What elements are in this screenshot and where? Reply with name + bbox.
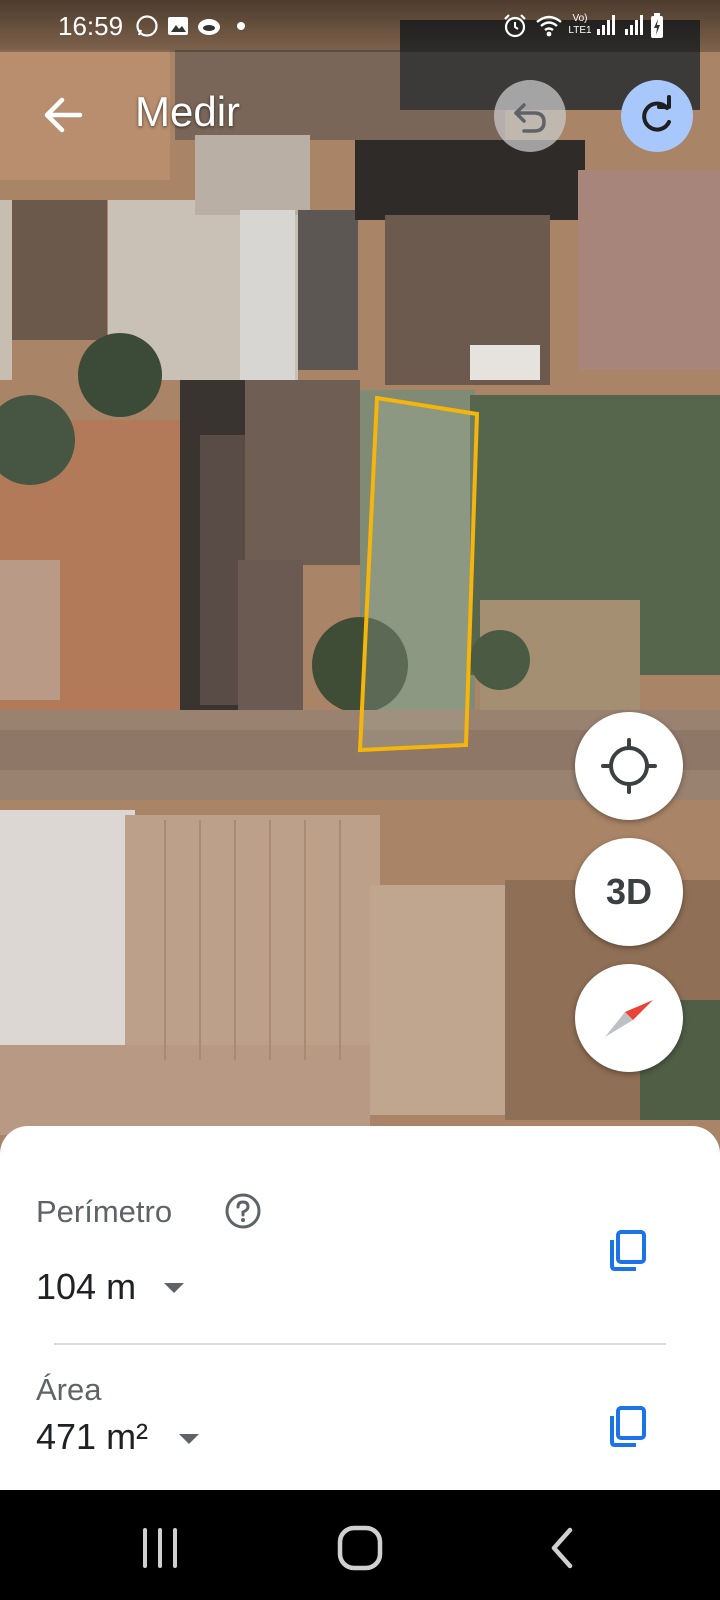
system-back-button[interactable] bbox=[532, 1518, 592, 1578]
page-title: Medir bbox=[135, 88, 241, 135]
alarm-icon bbox=[504, 14, 526, 38]
copy-icon bbox=[610, 1406, 646, 1447]
measured-area-polygon bbox=[357, 395, 480, 753]
caret-down-icon[interactable] bbox=[162, 1281, 186, 1295]
navigation-bar bbox=[0, 1490, 720, 1600]
home-button[interactable] bbox=[330, 1518, 390, 1578]
help-icon[interactable] bbox=[224, 1192, 262, 1230]
3d-label: 3D bbox=[605, 871, 653, 912]
my-location-button[interactable] bbox=[575, 712, 683, 820]
volte-label-top: Vo) bbox=[572, 13, 588, 24]
my-location-icon bbox=[601, 738, 657, 794]
redo-button[interactable] bbox=[621, 80, 693, 152]
signal-icon bbox=[597, 15, 615, 35]
signal-icon bbox=[625, 15, 643, 35]
image-icon bbox=[168, 17, 188, 35]
arrow-back-icon bbox=[44, 97, 83, 133]
perimeter-label: Perímetro bbox=[36, 1194, 173, 1229]
recent-apps-button[interactable] bbox=[130, 1518, 190, 1578]
back-button[interactable] bbox=[38, 90, 88, 140]
back-icon bbox=[551, 1527, 573, 1569]
status-bar: 16:59 Vo) LTE1 bbox=[0, 0, 720, 52]
measurement-sheet: Perímetro 104 m Área 471 m² bbox=[0, 1126, 720, 1490]
volte-label-bottom: LTE1 bbox=[568, 25, 592, 36]
area-value-dropdown[interactable]: 471 m² bbox=[36, 1416, 148, 1458]
status-time: 16:59 bbox=[58, 11, 124, 41]
cloud-icon bbox=[198, 19, 220, 35]
compass-icon bbox=[605, 1000, 653, 1037]
copy-area-button[interactable] bbox=[604, 1402, 652, 1450]
undo-button[interactable] bbox=[494, 80, 566, 152]
wifi-icon bbox=[536, 15, 562, 37]
undo-icon bbox=[514, 103, 546, 133]
perimeter-value-dropdown[interactable]: 104 m bbox=[36, 1266, 136, 1308]
redo-icon bbox=[642, 95, 671, 132]
copy-perimeter-button[interactable] bbox=[604, 1226, 652, 1274]
home-icon bbox=[337, 1525, 383, 1571]
divider bbox=[54, 1343, 666, 1345]
whatsapp-icon bbox=[136, 15, 158, 37]
area-label: Área bbox=[36, 1372, 102, 1407]
dot-icon bbox=[237, 22, 245, 30]
volte-icon: Vo) LTE1 bbox=[565, 13, 595, 37]
compass-button[interactable] bbox=[575, 964, 683, 1072]
caret-down-icon[interactable] bbox=[177, 1432, 201, 1446]
copy-icon bbox=[610, 1230, 646, 1271]
3d-toggle-button[interactable]: 3D bbox=[575, 838, 683, 946]
battery-charging-icon bbox=[651, 13, 663, 38]
recent-apps-icon bbox=[143, 1528, 177, 1568]
